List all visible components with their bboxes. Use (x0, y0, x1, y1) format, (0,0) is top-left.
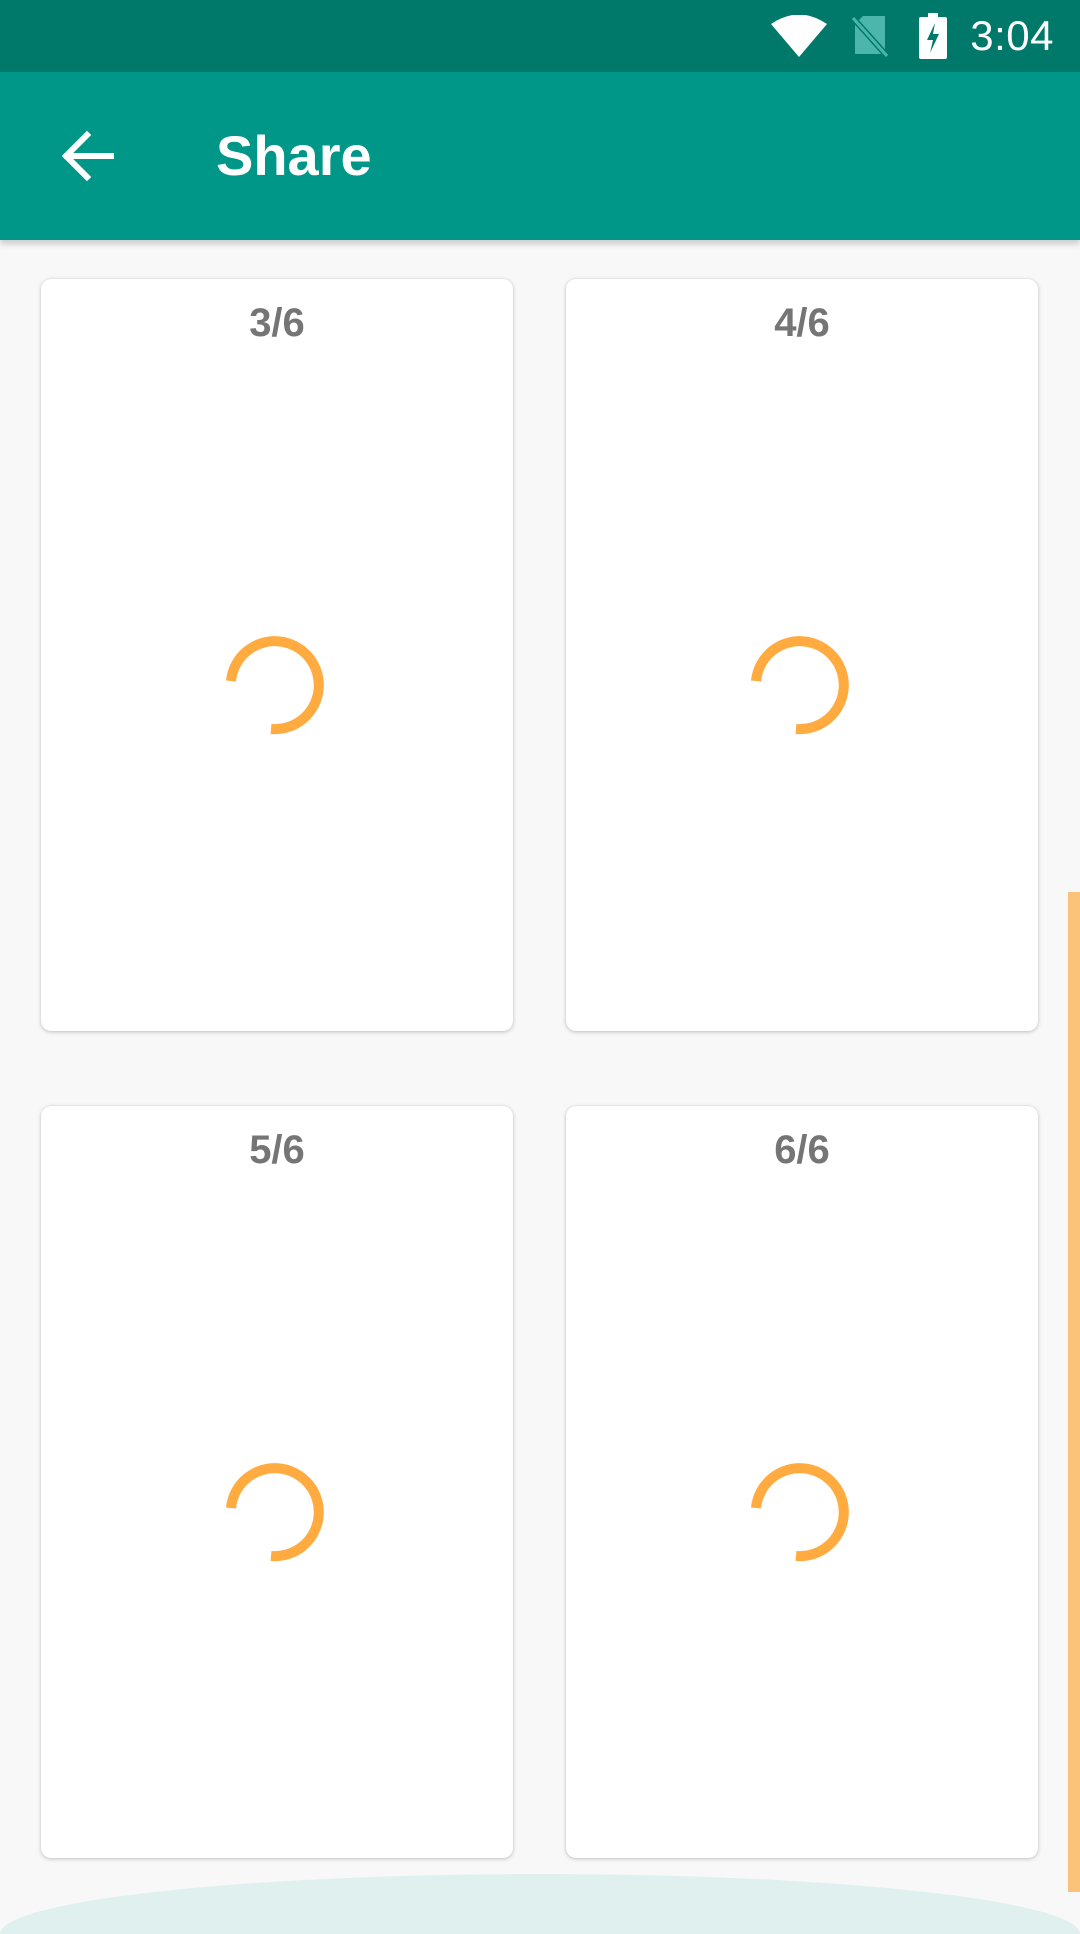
loading-spinner-icon (751, 1463, 849, 1562)
arrow-back-icon (61, 130, 114, 182)
loading-spinner-icon (751, 636, 849, 735)
scrollbar[interactable] (1068, 892, 1080, 1892)
page-card[interactable]: 3/6 (41, 279, 513, 1031)
loading-spinner-icon (226, 1463, 324, 1562)
wifi-icon (770, 14, 828, 58)
status-time: 3:04 (970, 12, 1054, 59)
page-title: Share (216, 124, 372, 187)
battery-charging-icon (918, 13, 948, 59)
page-card[interactable]: 6/6 (566, 1106, 1038, 1858)
page-card[interactable]: 4/6 (566, 279, 1038, 1031)
status-icons: 3:04 (770, 0, 1080, 72)
loading-spinner-icon (226, 636, 324, 735)
page-number: 4/6 (774, 301, 830, 345)
page-number: 3/6 (249, 301, 305, 345)
bottom-sheet-edge (0, 1874, 1080, 1934)
status-bar: 3:04 (0, 0, 1080, 72)
page-number: 5/6 (249, 1128, 305, 1172)
back-button[interactable] (40, 108, 136, 204)
page-number: 6/6 (774, 1128, 830, 1172)
no-sim-icon (850, 14, 890, 58)
app-bar: Share (0, 72, 1080, 240)
page-card[interactable]: 5/6 (41, 1106, 513, 1858)
